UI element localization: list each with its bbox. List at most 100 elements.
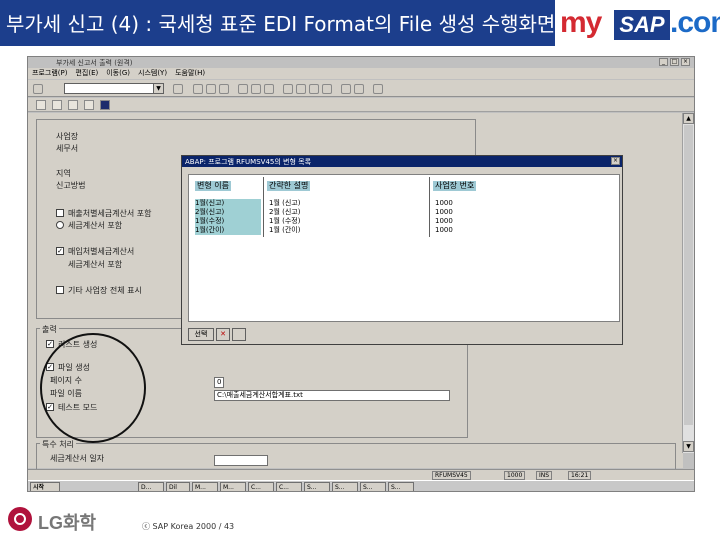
copy-icon[interactable] bbox=[68, 100, 78, 110]
save-icon[interactable] bbox=[173, 84, 183, 94]
table-row[interactable]: 1월(간이) bbox=[195, 226, 261, 235]
task-button[interactable]: S... bbox=[388, 482, 414, 491]
variant-icon[interactable] bbox=[52, 100, 62, 110]
slide: 부가세 신고 (4) : 국세청 표준 EDI Format의 File 생성 … bbox=[0, 0, 720, 540]
new-session-icon[interactable] bbox=[341, 84, 351, 94]
task-button[interactable]: C... bbox=[276, 482, 302, 491]
task-button[interactable]: C... bbox=[248, 482, 274, 491]
sales-checkbox[interactable] bbox=[56, 209, 64, 217]
label-purchase: 매입처별세금계산서 bbox=[68, 247, 135, 256]
label-report: 신고방법 bbox=[56, 181, 86, 190]
table-cell: 1000 bbox=[435, 208, 453, 216]
lg-chem-logo: LG화학 bbox=[8, 505, 108, 535]
logo-dotcom: .com bbox=[670, 6, 720, 39]
menu-goto[interactable]: 이동(G) bbox=[106, 68, 130, 79]
table-cell: 1월 (수정) bbox=[269, 217, 301, 225]
shortcut-icon[interactable] bbox=[354, 84, 364, 94]
close-icon[interactable]: × bbox=[611, 157, 620, 165]
col-divider bbox=[429, 177, 430, 237]
vertical-scrollbar[interactable]: ▲ ▼ bbox=[682, 113, 694, 453]
label-sales2: 세금계산서 포함 bbox=[68, 221, 123, 230]
menu-system[interactable]: 시스템(Y) bbox=[138, 68, 167, 79]
next-page-icon[interactable] bbox=[309, 84, 319, 94]
first-page-icon[interactable] bbox=[283, 84, 293, 94]
start-button[interactable]: 시작 bbox=[30, 482, 60, 491]
mysap-logo: my SAP .com bbox=[560, 4, 720, 44]
other-checkbox[interactable] bbox=[56, 286, 64, 294]
cancel-icon[interactable] bbox=[219, 84, 229, 94]
task-button[interactable]: D... bbox=[138, 482, 164, 491]
menu-edit[interactable]: 편집(E) bbox=[75, 68, 98, 79]
table-cell: 1월 (신고) bbox=[269, 199, 301, 207]
enter-icon[interactable] bbox=[33, 84, 43, 94]
label-output: 출력 bbox=[40, 324, 59, 335]
table-cell: 2월 (신고) bbox=[269, 208, 301, 216]
scroll-thumb[interactable] bbox=[684, 125, 693, 425]
table-row[interactable]: 1월(신고) bbox=[195, 199, 261, 208]
task-button[interactable]: S... bbox=[360, 482, 386, 491]
minimize-icon[interactable]: _ bbox=[659, 58, 668, 66]
status-time: 16:21 bbox=[568, 471, 592, 480]
label-special: 특수 처리 bbox=[40, 439, 76, 450]
date-input[interactable] bbox=[214, 455, 268, 466]
title-strip: 부가세 신고 (4) : 국세청 표준 EDI Format의 File 생성 … bbox=[0, 0, 555, 46]
task-button[interactable]: Dil bbox=[166, 482, 190, 491]
prev-page-icon[interactable] bbox=[296, 84, 306, 94]
find-next-icon[interactable] bbox=[264, 84, 274, 94]
menu-help[interactable]: 도움말(H) bbox=[175, 68, 205, 79]
popup-footer: 선택 ✕ bbox=[182, 326, 622, 344]
window-title: 부가세 신고서 출력 (원격) bbox=[56, 59, 133, 67]
task-button[interactable]: S... bbox=[332, 482, 358, 491]
scroll-down-icon[interactable]: ▼ bbox=[683, 441, 694, 452]
label-sales: 매출처별세금계산서 포함 bbox=[68, 209, 152, 218]
highlight-circle bbox=[40, 333, 146, 443]
table-cell: 1000 bbox=[435, 199, 453, 207]
purchase-checkbox[interactable]: ✓ bbox=[56, 247, 64, 255]
table-cell: 1000 bbox=[435, 217, 453, 225]
col-variant: 변형 이름 bbox=[195, 181, 231, 191]
label-purchase2: 세금계산서 포함 bbox=[68, 260, 123, 269]
status-client: 1000 bbox=[504, 471, 526, 480]
table-cell: 1000 bbox=[435, 226, 453, 234]
back-icon[interactable] bbox=[193, 84, 203, 94]
window-titlebar: 부가세 신고서 출력 (원격) _ □ × bbox=[28, 57, 694, 68]
label-tax-office: 세무서 bbox=[56, 144, 79, 153]
help-icon[interactable] bbox=[373, 84, 383, 94]
find-icon[interactable] bbox=[251, 84, 261, 94]
table-row[interactable]: 2월(신고) bbox=[195, 208, 261, 217]
command-field[interactable] bbox=[64, 83, 164, 94]
slide-title: 부가세 신고 (4) : 국세청 표준 EDI Format의 File 생성 … bbox=[6, 12, 556, 36]
task-button[interactable]: M... bbox=[220, 482, 246, 491]
list-checkbox[interactable]: ✓ bbox=[46, 340, 54, 348]
menu-bar: 프로그램(P) 편집(E) 이동(G) 시스템(Y) 도움말(H) bbox=[28, 68, 694, 79]
lg-face-icon bbox=[8, 507, 32, 531]
print-icon[interactable] bbox=[238, 84, 248, 94]
scroll-up-icon[interactable]: ▲ bbox=[683, 113, 694, 124]
info-icon[interactable] bbox=[84, 100, 94, 110]
pages-input[interactable]: 0 bbox=[214, 377, 224, 388]
maximize-icon[interactable]: □ bbox=[670, 58, 679, 66]
chevron-down-icon[interactable]: ▼ bbox=[153, 83, 164, 94]
execute-icon[interactable] bbox=[36, 100, 46, 110]
menu-program[interactable]: 프로그램(P) bbox=[32, 68, 67, 79]
last-page-icon[interactable] bbox=[322, 84, 332, 94]
label-other: 기타 사업장 전체 표시 bbox=[68, 286, 142, 295]
popup-titlebar: ABAP: 프로그램 RFUMSV45의 변형 목록 × bbox=[182, 156, 622, 167]
variant-popup: ABAP: 프로그램 RFUMSV45의 변형 목록 × 변형 이름 간략한 설… bbox=[181, 155, 623, 345]
cancel-icon[interactable]: ✕ bbox=[216, 328, 230, 341]
logo-my: my bbox=[560, 6, 602, 39]
task-button[interactable]: S... bbox=[304, 482, 330, 491]
select-all-icon[interactable] bbox=[232, 328, 246, 341]
col-biz: 사업장 번호 bbox=[433, 181, 477, 191]
exit-icon[interactable] bbox=[206, 84, 216, 94]
standard-toolbar: ▼ bbox=[28, 80, 694, 97]
company-name: LG화학 bbox=[38, 513, 97, 533]
sales-radio[interactable] bbox=[56, 221, 64, 229]
doc-icon[interactable] bbox=[100, 100, 110, 110]
table-row[interactable]: 1월(수정) bbox=[195, 217, 261, 226]
close-icon[interactable]: × bbox=[681, 58, 690, 66]
choose-button[interactable]: 선택 bbox=[188, 328, 214, 341]
filename-input[interactable]: C:\매출세금계산서합계표.txt bbox=[214, 390, 450, 401]
task-button[interactable]: M... bbox=[192, 482, 218, 491]
status-mode: INS bbox=[536, 471, 553, 480]
